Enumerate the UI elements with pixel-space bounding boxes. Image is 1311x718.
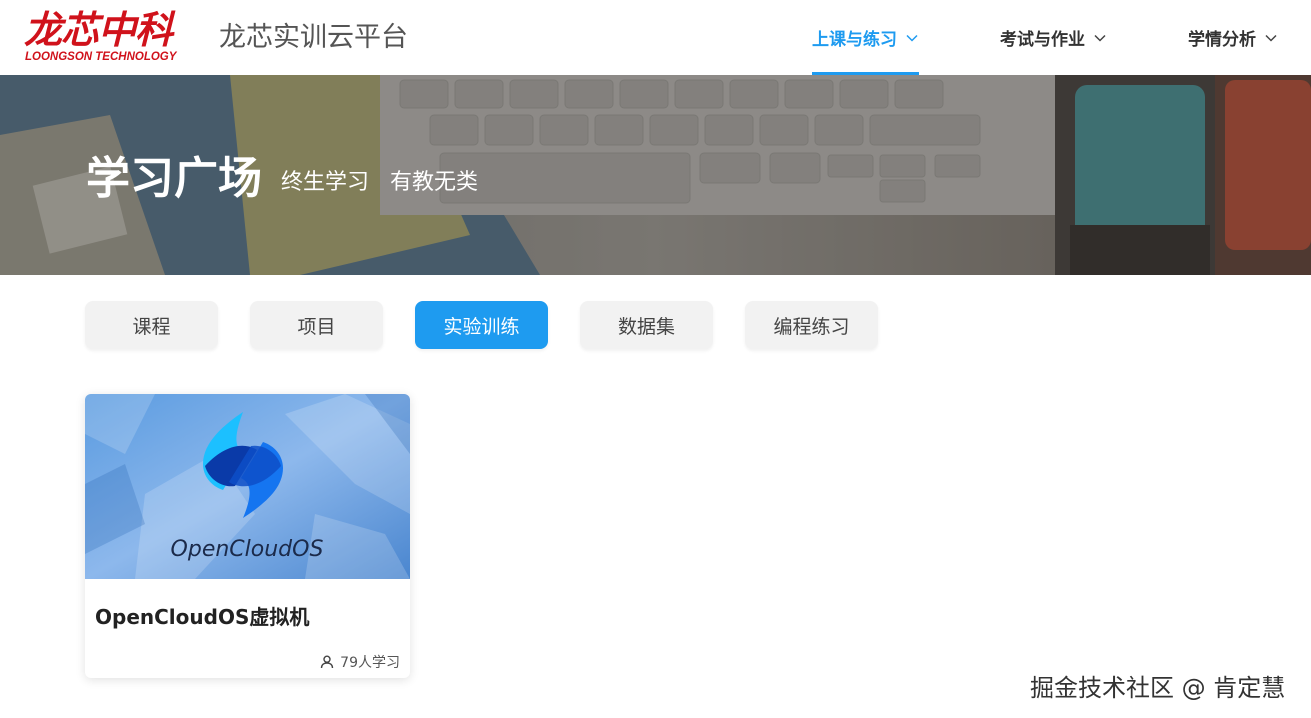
nav-item-label: 学情分析 <box>1188 30 1256 50</box>
platform-title: 龙芯实训云平台 <box>219 22 408 53</box>
tab-lab-training[interactable]: 实验训练 <box>415 301 548 349</box>
top-header: 龙芯中科 LOONGSON TECHNOLOGY 龙芯实训云平台 上课与练习 考… <box>0 0 1311 75</box>
logo-english-text: LOONGSON TECHNOLOGY <box>25 51 177 63</box>
watermark: 掘金技术社区 @ 肯定慧 <box>1030 674 1286 702</box>
card-learner-count: 79人学习 <box>320 652 400 672</box>
tab-projects[interactable]: 项目 <box>250 301 383 349</box>
tab-courses[interactable]: 课程 <box>85 301 218 349</box>
nav-item-label: 考试与作业 <box>1000 30 1085 50</box>
card-image-text: OpenCloudOS <box>171 537 324 562</box>
card-cover-image: OpenCloudOS <box>85 394 410 579</box>
user-icon <box>320 655 334 669</box>
tab-datasets[interactable]: 数据集 <box>580 301 713 349</box>
learner-count-text: 79人学习 <box>340 655 400 671</box>
nav-item-label: 上课与练习 <box>812 30 897 50</box>
chevron-down-icon <box>906 34 918 42</box>
chevron-down-icon <box>1265 34 1277 42</box>
course-card[interactable]: OpenCloudOS OpenCloudOS虚拟机 79人学习 <box>85 394 410 678</box>
nav-item-learning-analytics[interactable]: 学情分析 <box>1188 0 1278 75</box>
banner-subtitle: 终生学习 有教无类 <box>281 170 478 195</box>
hero-banner: 学习广场 终生学习 有教无类 <box>0 75 1311 275</box>
logo-chinese-text: 龙芯中科 <box>24 8 173 52</box>
nav-item-exam-homework[interactable]: 考试与作业 <box>1000 0 1107 75</box>
chevron-down-icon <box>1094 34 1106 42</box>
nav-item-class-practice[interactable]: 上课与练习 <box>812 0 919 75</box>
loongson-logo[interactable]: 龙芯中科 LOONGSON TECHNOLOGY <box>24 8 212 64</box>
tab-coding-practice[interactable]: 编程练习 <box>745 301 878 349</box>
banner-title: 学习广场 <box>86 153 262 204</box>
card-title: OpenCloudOS虚拟机 <box>95 605 310 629</box>
